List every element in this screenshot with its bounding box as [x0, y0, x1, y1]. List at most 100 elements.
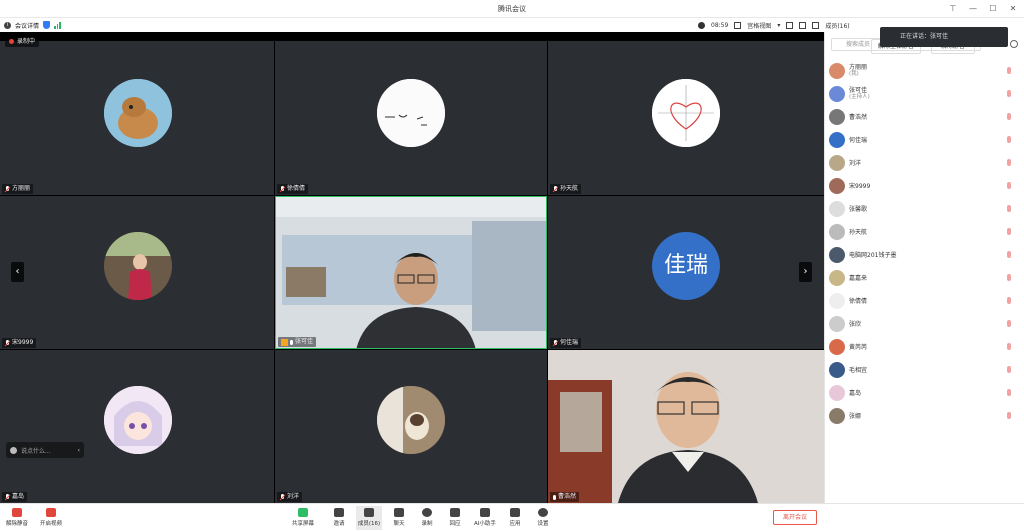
mic-off-icon[interactable]	[1007, 343, 1011, 350]
camera-feed	[548, 350, 824, 503]
layout-icon[interactable]	[786, 21, 794, 29]
member-list-item[interactable]: 宋9999	[829, 175, 1013, 197]
avatar	[377, 79, 445, 147]
member-list-item[interactable]: 方丽丽 (我)	[829, 60, 1013, 82]
avatar	[829, 201, 845, 217]
member-list-item[interactable]: 张馨歌	[829, 198, 1013, 220]
invite-button[interactable]: 邀请	[326, 506, 352, 530]
chat-input[interactable]: 说点什么... ‹	[6, 442, 84, 458]
video-tile[interactable]: 佳瑞 何佳瑞	[548, 196, 824, 349]
mic-off-icon[interactable]	[1007, 136, 1011, 143]
signal-icon[interactable]	[54, 21, 61, 29]
video-tile[interactable]: 宋9999	[0, 196, 274, 349]
chat-button[interactable]: 聊天	[386, 506, 412, 530]
avatar	[829, 132, 845, 148]
sidebar-icon[interactable]	[799, 21, 807, 29]
video-tile[interactable]: 徐倩倩	[275, 41, 547, 195]
participant-name: 刘洋	[277, 492, 303, 502]
member-list-item[interactable]: 徐倩倩	[829, 290, 1013, 312]
reactions-button[interactable]: 回应	[442, 506, 468, 530]
chevron-down-icon[interactable]: ▾	[777, 22, 780, 29]
member-list-item[interactable]: 嘉岛	[829, 382, 1013, 404]
chat-icon	[394, 508, 404, 517]
members-count-label[interactable]: 成员(16)	[825, 21, 849, 30]
mic-off-icon[interactable]	[1007, 90, 1011, 97]
member-settings-icon[interactable]	[1010, 40, 1018, 48]
member-name: 曹浩然	[849, 113, 868, 121]
video-tile[interactable]: 曹浩然	[548, 350, 824, 503]
avatar	[104, 386, 172, 454]
mic-off-icon[interactable]	[1007, 113, 1011, 120]
meeting-toolbar: i 会议详情 08:59 宫格视图 ▾ 成员(16)	[0, 18, 1024, 32]
member-list-item[interactable]: 刘洋	[829, 152, 1013, 174]
prev-page-button[interactable]: ‹	[11, 262, 24, 282]
member-list-item[interactable]: 嘉嘉来	[829, 267, 1013, 289]
settings-button[interactable]: 设置	[530, 506, 556, 530]
member-name: 毛相宜	[849, 366, 868, 374]
view-selector[interactable]: 宫格视图	[747, 21, 771, 30]
apps-button[interactable]: 应用	[502, 506, 528, 530]
member-name: 嘉嘉来	[849, 274, 868, 282]
close-button[interactable]: ✕	[1006, 2, 1020, 16]
participant-name: 宋9999	[2, 338, 37, 348]
participant-name: 孙天航	[550, 184, 582, 194]
chevron-left-icon[interactable]: ‹	[78, 447, 80, 454]
share-screen-button[interactable]: 共享屏幕	[290, 506, 316, 530]
avatar	[829, 270, 845, 286]
grid-view-icon[interactable]	[734, 21, 742, 29]
video-tile[interactable]: 嘉岛	[0, 350, 274, 503]
shield-icon[interactable]	[43, 21, 51, 29]
member-name: 电脑网201钱子墨	[849, 251, 897, 259]
member-list-item[interactable]: 张欣	[829, 313, 1013, 335]
video-tile-active-speaker[interactable]: 张可佳	[275, 196, 547, 349]
mic-off-icon[interactable]	[1007, 205, 1011, 212]
video-tile[interactable]: 孙天航	[548, 41, 824, 195]
mic-off-icon[interactable]	[1007, 297, 1011, 304]
mic-off-icon[interactable]	[1007, 182, 1011, 189]
member-list-item[interactable]: 张娜	[829, 405, 1013, 427]
minimize-button[interactable]: —	[966, 2, 980, 16]
mic-off-icon[interactable]	[1007, 389, 1011, 396]
mic-off-icon[interactable]	[1007, 320, 1011, 327]
mic-off-icon[interactable]	[1007, 251, 1011, 258]
record-dot-icon	[9, 39, 14, 44]
ai-assistant-button[interactable]: AI小助手	[472, 506, 498, 530]
member-name: 方丽丽	[849, 64, 868, 71]
member-list-item[interactable]: 孙天航	[829, 221, 1013, 243]
dog-avatar-icon	[104, 79, 172, 147]
member-list-item[interactable]: 张可佳 (主持人)	[829, 83, 1013, 105]
pin-icon[interactable]: ⊤	[946, 2, 960, 16]
member-role: (主持人)	[849, 94, 870, 100]
mic-off-icon[interactable]	[1007, 412, 1011, 419]
next-page-button[interactable]: ›	[799, 262, 812, 282]
emoji-icon[interactable]	[10, 446, 17, 454]
maximize-button[interactable]: ☐	[986, 2, 1000, 16]
meeting-timer: 08:59	[711, 21, 729, 29]
unmute-button[interactable]: 解除静音	[4, 506, 30, 530]
mic-off-icon	[280, 185, 285, 193]
mic-off-icon[interactable]	[1007, 159, 1011, 166]
recording-indicator[interactable]: 录制中	[5, 36, 40, 47]
mic-off-icon[interactable]	[1007, 228, 1011, 235]
video-button[interactable]: 开启视频	[38, 506, 64, 530]
member-list-item[interactable]: 电脑网201钱子墨	[829, 244, 1013, 266]
member-list-item[interactable]: 黄芮芮	[829, 336, 1013, 358]
leave-meeting-button[interactable]: 离开会议	[773, 510, 817, 525]
member-list-item[interactable]: 曹浩然	[829, 106, 1013, 128]
mic-off-icon	[553, 339, 558, 347]
avatar	[829, 86, 845, 102]
participant-name: 曹浩然	[550, 492, 580, 502]
record-button[interactable]: 录制	[414, 506, 440, 530]
members-button[interactable]: 成员(16)	[356, 506, 382, 530]
video-tile[interactable]: 刘洋	[275, 350, 547, 503]
mic-off-icon[interactable]	[1007, 366, 1011, 373]
video-tile[interactable]: 方丽丽	[0, 41, 274, 195]
meeting-info-link[interactable]: 会议详情	[15, 21, 39, 30]
participant-name: 嘉岛	[2, 492, 28, 502]
info-icon[interactable]: i	[4, 21, 11, 29]
members-icon[interactable]	[812, 21, 820, 29]
mic-off-icon[interactable]	[1007, 274, 1011, 281]
mic-off-icon[interactable]	[1007, 67, 1011, 74]
member-list-item[interactable]: 毛相宜	[829, 359, 1013, 381]
member-list-item[interactable]: 何佳瑞	[829, 129, 1013, 151]
